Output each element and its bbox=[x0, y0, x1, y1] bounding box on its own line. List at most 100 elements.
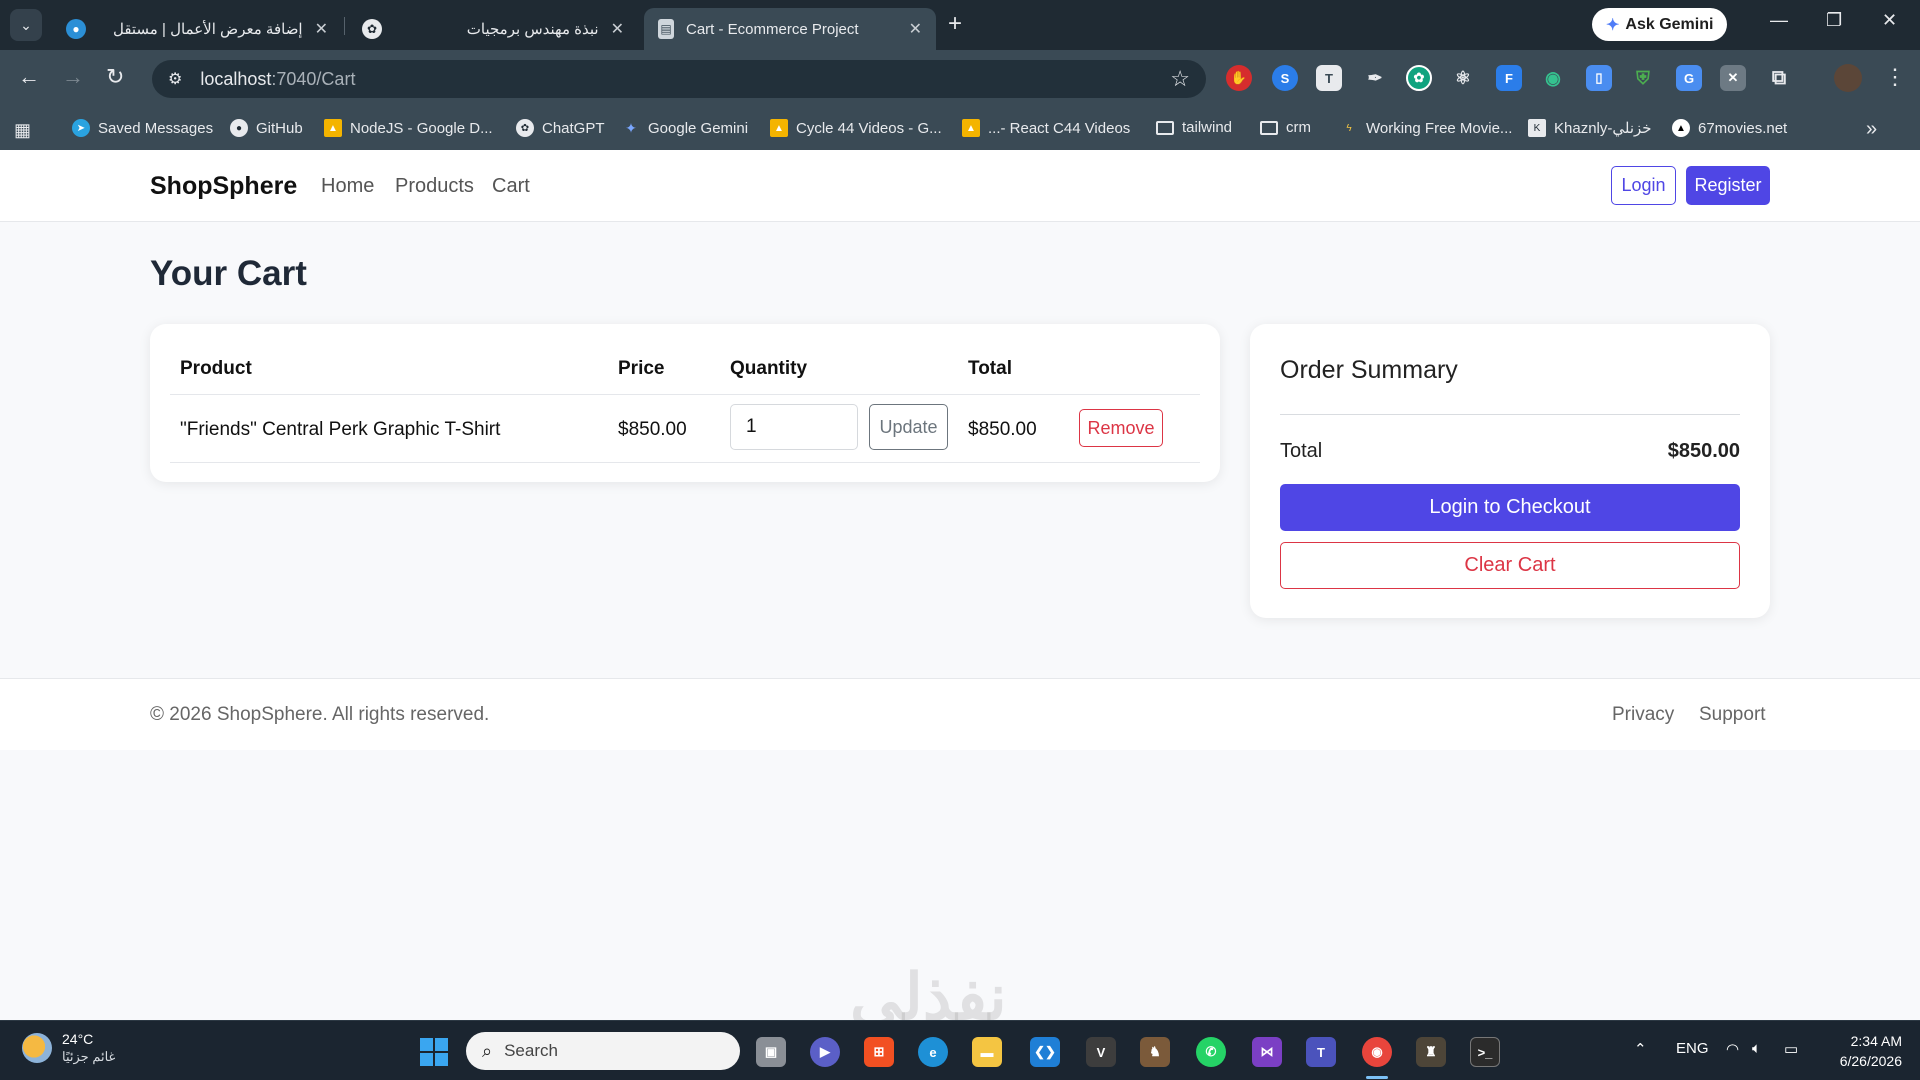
vscode-icon[interactable]: ❮❯ bbox=[1030, 1037, 1060, 1067]
nav-cart-link[interactable]: Cart bbox=[492, 175, 530, 198]
close-icon[interactable]: ✕ bbox=[611, 19, 624, 39]
register-button[interactable]: Register bbox=[1686, 166, 1770, 205]
apps-grid-icon[interactable]: ▦ bbox=[14, 120, 31, 141]
remove-button[interactable]: Remove bbox=[1079, 409, 1163, 447]
login-button[interactable]: Login bbox=[1611, 166, 1676, 205]
bookmark-google-gemini[interactable]: ✦ Google Gemini bbox=[622, 119, 748, 137]
game-icon[interactable]: V bbox=[1086, 1037, 1116, 1067]
site-info-icon[interactable]: ⚙ bbox=[168, 69, 182, 89]
store-icon[interactable]: ⊞ bbox=[864, 1037, 894, 1067]
profile-avatar[interactable] bbox=[1834, 64, 1862, 92]
game-icon[interactable]: ♜ bbox=[1416, 1037, 1446, 1067]
shield-extension-icon[interactable]: ⛨ bbox=[1630, 65, 1656, 91]
bookmark-cycle-44[interactable]: ▲ Cycle 44 Videos - G... bbox=[770, 119, 942, 137]
edge-icon[interactable]: e bbox=[918, 1037, 948, 1067]
order-summary-card: Order Summary Total $850.00 Login to Che… bbox=[1250, 324, 1770, 618]
docs-extension-icon[interactable]: ▯ bbox=[1586, 65, 1612, 91]
cart-table-card: Product Price Quantity Total "Friends" C… bbox=[150, 324, 1220, 482]
brand-logo[interactable]: ShopSphere bbox=[150, 172, 297, 201]
minimize-icon[interactable]: — bbox=[1770, 10, 1788, 31]
windows-start-icon[interactable] bbox=[420, 1038, 448, 1066]
back-arrow-icon[interactable]: ← bbox=[18, 64, 40, 90]
chatgpt-extension-icon[interactable]: ✿ bbox=[1406, 65, 1432, 91]
url-host: localhost bbox=[200, 68, 272, 89]
file-explorer-icon[interactable]: ▬ bbox=[972, 1037, 1002, 1067]
close-icon[interactable]: ✕ bbox=[315, 19, 328, 39]
bookmark-label: tailwind bbox=[1182, 119, 1233, 136]
close-window-icon[interactable]: ✕ bbox=[1882, 10, 1897, 31]
bookmark-working-free-movie[interactable]: ϟ Working Free Movie... bbox=[1340, 119, 1512, 137]
wifi-icon[interactable]: ◠ bbox=[1726, 1040, 1739, 1058]
chrome-icon[interactable]: ◉ bbox=[1362, 1037, 1392, 1067]
bookmark-react-c44[interactable]: ▲ ...- React C44 Videos bbox=[962, 119, 1130, 137]
teams-icon[interactable]: T bbox=[1306, 1037, 1336, 1067]
tab-chatgpt[interactable]: ✿ نبذة مهندس برمجيات ✕ bbox=[348, 8, 638, 50]
bookmark-label: Cycle 44 Videos - G... bbox=[796, 119, 942, 137]
bookmark-folder-tailwind[interactable]: tailwind bbox=[1156, 119, 1232, 136]
bookmark-chatgpt[interactable]: ✿ ChatGPT bbox=[516, 119, 605, 137]
more-bookmarks-icon[interactable]: » bbox=[1866, 118, 1877, 141]
page-title: Your Cart bbox=[150, 254, 307, 293]
system-clock[interactable]: 2:34 AM 6/26/2026 bbox=[1826, 1031, 1902, 1071]
tab-cart[interactable]: ▤ Cart - Ecommerce Project ✕ bbox=[644, 8, 936, 50]
product-price: $850.00 bbox=[618, 419, 687, 440]
language-indicator[interactable]: ENG bbox=[1676, 1040, 1709, 1057]
search-icon: ⌕ bbox=[482, 1040, 493, 1061]
nav-home-link[interactable]: Home bbox=[321, 175, 374, 198]
browser-toolbar: ← → ↻ ⚙ localhost:7040/Cart ☆ ✋ S T ✒ ✿ … bbox=[0, 50, 1920, 108]
taskbar-search[interactable]: ⌕ Search bbox=[466, 1032, 740, 1070]
terminal-icon[interactable]: >_ bbox=[1470, 1037, 1500, 1067]
bookmark-star-icon[interactable]: ☆ bbox=[1170, 66, 1190, 92]
react-devtools-icon[interactable]: ⚛ bbox=[1450, 65, 1476, 91]
menu-kebab-icon[interactable]: ⋮ bbox=[1884, 64, 1906, 90]
new-tab-button[interactable]: + bbox=[948, 12, 962, 36]
extension-icon[interactable]: ✕ bbox=[1720, 65, 1746, 91]
whatsapp-icon[interactable]: ✆ bbox=[1196, 1037, 1226, 1067]
shazam-extension-icon[interactable]: S bbox=[1272, 65, 1298, 91]
game-icon[interactable]: ♞ bbox=[1140, 1037, 1170, 1067]
volume-icon[interactable]: 🔈︎ bbox=[1752, 1040, 1761, 1057]
color-picker-extension-icon[interactable]: ◉ bbox=[1540, 65, 1566, 91]
meet-icon[interactable]: ▶ bbox=[810, 1037, 840, 1067]
tab-mostaql[interactable]: ● إضافة معرض الأعمال | مستقل ✕ bbox=[52, 8, 342, 50]
footer-support-link[interactable]: Support bbox=[1699, 704, 1766, 726]
visual-studio-icon[interactable]: ⋈ bbox=[1252, 1037, 1282, 1067]
bookmark-folder-crm[interactable]: crm bbox=[1260, 119, 1311, 136]
bookmark-label: Saved Messages bbox=[98, 119, 214, 137]
footer-privacy-link[interactable]: Privacy bbox=[1612, 704, 1674, 726]
quantity-input[interactable]: 1 bbox=[730, 404, 858, 450]
ask-gemini-button[interactable]: ✦ Ask Gemini bbox=[1592, 8, 1728, 41]
forward-arrow-icon[interactable]: → bbox=[62, 64, 84, 90]
font-extension-icon[interactable]: F bbox=[1496, 65, 1522, 91]
battery-icon[interactable]: ▭ bbox=[1784, 1040, 1798, 1058]
close-icon[interactable]: ✕ bbox=[909, 19, 922, 39]
site-navbar: ShopSphere Home Products Cart Login Regi… bbox=[0, 150, 1920, 222]
text-extension-icon[interactable]: T bbox=[1316, 65, 1342, 91]
weather-widget[interactable]: 24°C غائم جزئيًا bbox=[22, 1031, 115, 1065]
address-bar[interactable]: ⚙ localhost:7040/Cart ☆ bbox=[152, 60, 1206, 98]
login-to-checkout-button[interactable]: Login to Checkout bbox=[1280, 484, 1740, 531]
bookmark-github[interactable]: ● GitHub bbox=[230, 119, 303, 137]
ask-gemini-label: Ask Gemini bbox=[1625, 15, 1714, 33]
reload-icon[interactable]: ↻ bbox=[106, 64, 124, 90]
bookmark-label: Google Gemini bbox=[648, 119, 749, 137]
bookmark-khaznly[interactable]: K Khaznly-خزنلي bbox=[1528, 119, 1652, 137]
extensions-puzzle-icon[interactable]: ⧉ bbox=[1766, 65, 1792, 91]
update-button[interactable]: Update bbox=[869, 404, 948, 450]
task-view-icon[interactable]: ▣ bbox=[756, 1037, 786, 1067]
chevron-up-icon[interactable]: ⌃ bbox=[1634, 1040, 1647, 1058]
page-icon: ▤ bbox=[658, 19, 674, 39]
nav-products-link[interactable]: Products bbox=[395, 175, 474, 198]
clear-cart-button[interactable]: Clear Cart bbox=[1280, 542, 1740, 589]
bookmark-67movies[interactable]: ▲ 67movies.net bbox=[1672, 119, 1787, 137]
bookmark-nodejs[interactable]: ▲ NodeJS - Google D... bbox=[324, 119, 493, 137]
eyedropper-extension-icon[interactable]: ✒ bbox=[1362, 65, 1388, 91]
restore-icon[interactable]: ❐ bbox=[1826, 10, 1842, 31]
tab-search-button[interactable]: ⌄ bbox=[10, 9, 42, 41]
translate-extension-icon[interactable]: G bbox=[1676, 65, 1702, 91]
tab-separator bbox=[344, 17, 345, 35]
bookmark-label: Working Free Movie... bbox=[1366, 119, 1513, 137]
tab-title: Cart - Ecommerce Project bbox=[686, 20, 859, 38]
adblock-extension-icon[interactable]: ✋ bbox=[1226, 65, 1252, 91]
bookmark-saved-messages[interactable]: ➤ Saved Messages bbox=[72, 119, 213, 137]
